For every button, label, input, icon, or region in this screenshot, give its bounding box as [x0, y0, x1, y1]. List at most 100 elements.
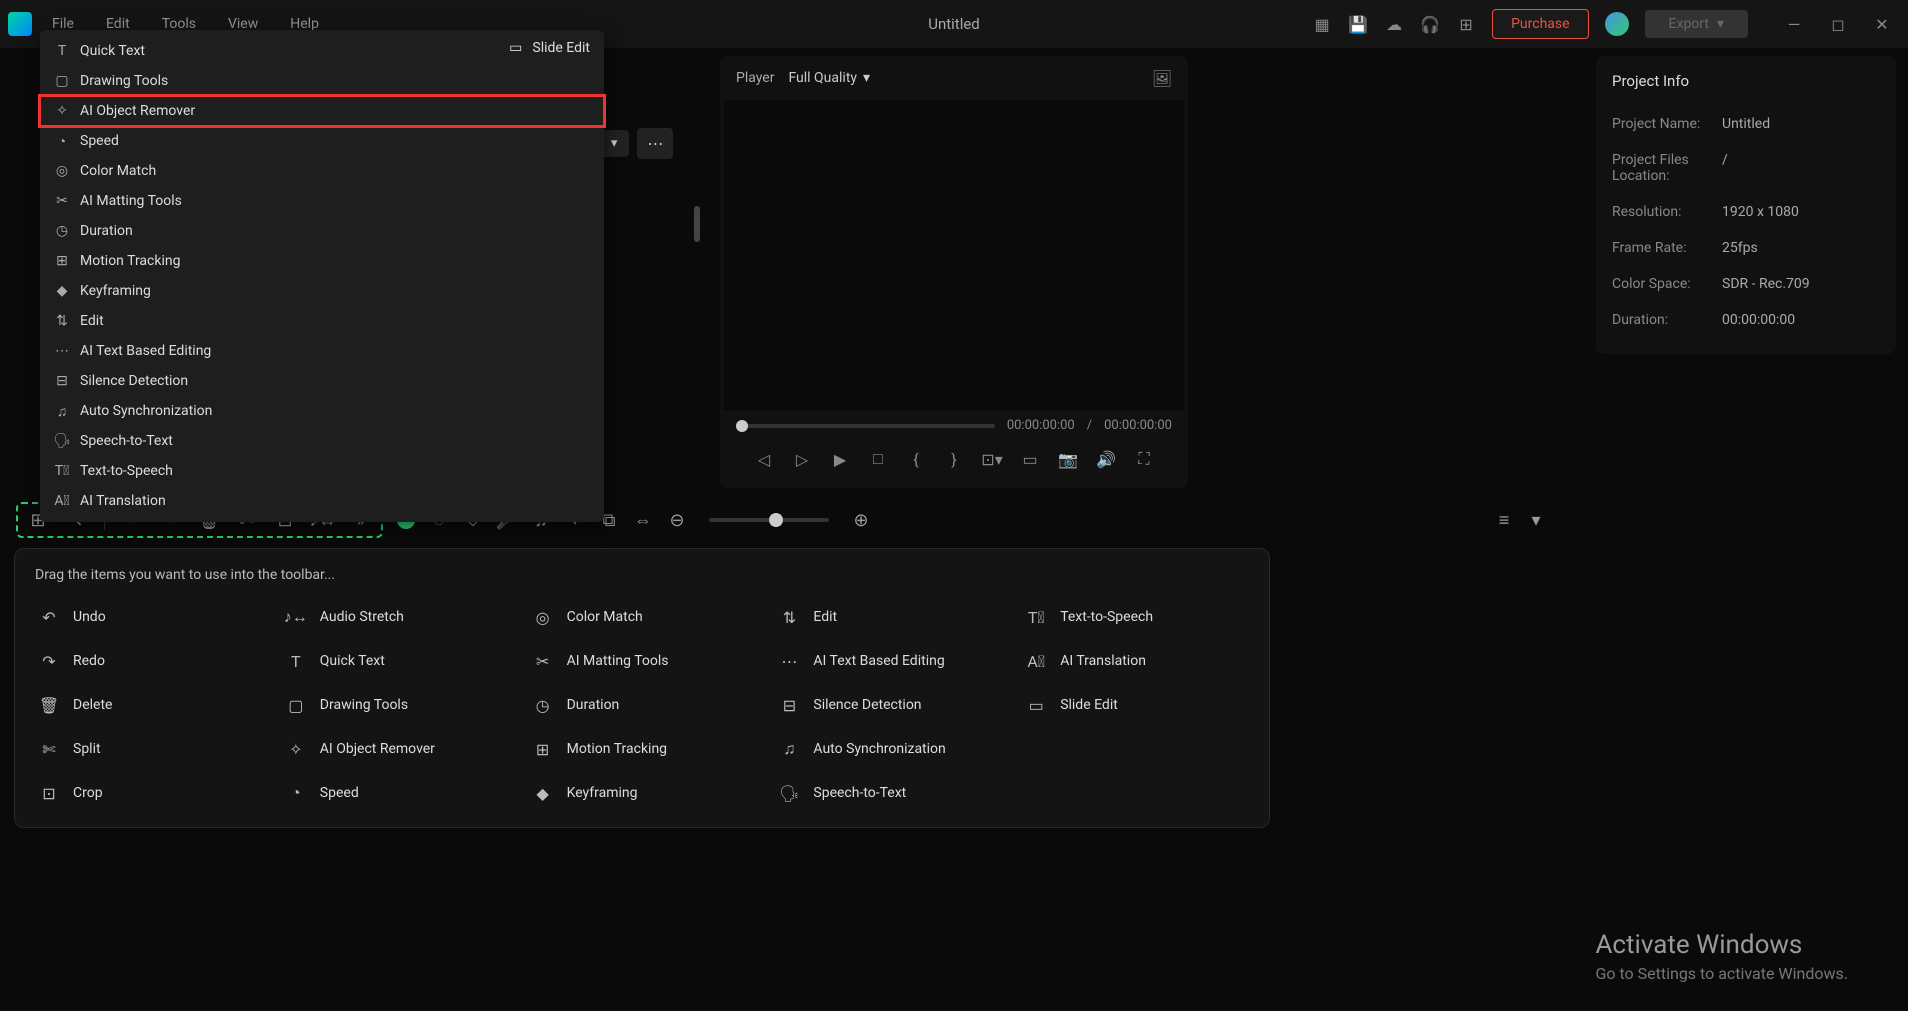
customize-empty [1022, 777, 1249, 809]
slide-edit-icon: ▭ [1026, 695, 1046, 715]
fullscreen-icon[interactable]: ⛶ [1134, 449, 1154, 469]
translate-icon: A⃝ [54, 493, 70, 509]
stt-icon: 🗣 [54, 433, 70, 449]
customize-drawing-tools[interactable]: ▢Drawing Tools [282, 689, 509, 721]
customize-motion-tracking[interactable]: ⊞Motion Tracking [529, 733, 756, 765]
zoom-slider[interactable] [709, 518, 829, 522]
customize-label: Keyframing [567, 785, 638, 801]
customize-redo[interactable]: ↷Redo [35, 645, 262, 677]
customize-speed[interactable]: ◔Speed [282, 777, 509, 809]
scrollbar-thumb[interactable] [694, 206, 700, 242]
export-button[interactable]: Export ▾ [1645, 10, 1748, 38]
next-frame-icon[interactable]: ▷ [792, 449, 812, 469]
cloud-icon[interactable]: ☁ [1384, 14, 1404, 34]
customize-auto-sync[interactable]: ♫Auto Synchronization [775, 733, 1002, 765]
watermark-subtitle: Go to Settings to activate Windows. [1595, 964, 1848, 983]
play-icon[interactable]: ▶ [830, 449, 850, 469]
fit-icon[interactable]: ⇔ [633, 510, 653, 530]
dropdown-silence-detection[interactable]: ⊟Silence Detection [40, 366, 604, 396]
dropdown-ai-translation[interactable]: A⃝AI Translation [40, 486, 604, 516]
customize-undo[interactable]: ↶Undo [35, 601, 262, 633]
project-info-title: Project Info [1612, 72, 1880, 90]
maximize-button[interactable]: ◻ [1820, 6, 1856, 42]
customize-delete[interactable]: 🗑 Delete [35, 689, 262, 721]
speed-icon: ◔ [286, 783, 306, 803]
quality-select[interactable]: Full Quality ▾ [788, 70, 870, 86]
customize-ai-object-remover[interactable]: ✧AI Object Remover [282, 733, 509, 765]
tracking-icon: ⊞ [54, 253, 70, 269]
dropdown-slide-edit[interactable]: ▭ Slide Edit [509, 40, 590, 56]
customize-crop[interactable]: ⊡Crop [35, 777, 262, 809]
dropdown-label: Motion Tracking [80, 253, 180, 269]
dropdown-drawing-tools[interactable]: ▢Drawing Tools [40, 66, 604, 96]
save-icon[interactable]: 💾 [1348, 14, 1368, 34]
project-duration-label: Duration: [1612, 312, 1722, 328]
dropdown-motion-tracking[interactable]: ⊞ Motion Tracking [40, 246, 604, 276]
dropdown-auto-sync[interactable]: ♫Auto Synchronization [40, 396, 604, 426]
image-icon[interactable]: 🖼 [1152, 68, 1172, 88]
globe-icon[interactable] [1605, 12, 1629, 36]
dropdown-label: Speed [80, 133, 119, 149]
headset-icon[interactable]: 🎧 [1420, 14, 1440, 34]
project-resolution-value: 1920 x 1080 [1722, 204, 1799, 220]
purchase-button[interactable]: Purchase [1492, 9, 1588, 39]
more-options-button[interactable]: ⋯ [637, 128, 673, 159]
duration-icon: ◷ [54, 223, 70, 239]
tts-icon: T⃝ [1026, 607, 1046, 627]
close-button[interactable]: ✕ [1864, 6, 1900, 42]
dropdown-ai-matting[interactable]: ✂AI Matting Tools [40, 186, 604, 216]
dropdown-ai-object-remover[interactable]: ✧AI Object Remover [40, 96, 604, 126]
dropdown-ai-text-editing[interactable]: ⋯AI Text Based Editing [40, 336, 604, 366]
customize-toolbar-panel: Drag the items you want to use into the … [14, 548, 1270, 828]
dropdown-label: Quick Text [80, 43, 145, 59]
color-match-icon: ◎ [533, 607, 553, 627]
redo-icon: ↷ [39, 651, 59, 671]
project-colorspace-label: Color Space: [1612, 276, 1722, 292]
player-viewport[interactable] [724, 100, 1184, 410]
customize-quick-text[interactable]: TQuick Text [282, 645, 509, 677]
list-view-icon[interactable]: ≡ [1494, 510, 1514, 530]
zoom-in-icon[interactable]: ⊕ [851, 510, 871, 530]
customize-slide-edit[interactable]: ▭Slide Edit [1022, 689, 1249, 721]
customize-label: AI Translation [1060, 653, 1146, 669]
apps-icon[interactable]: ⊞ [1456, 14, 1476, 34]
dropdown-text-to-speech[interactable]: T⃝Text-to-Speech [40, 456, 604, 486]
customize-ai-matting[interactable]: ✂AI Matting Tools [529, 645, 756, 677]
ratio-icon[interactable]: ⊡▾ [982, 449, 1002, 469]
customize-ai-translation[interactable]: A⃝AI Translation [1022, 645, 1249, 677]
mark-out-icon[interactable]: } [944, 449, 964, 469]
customize-label: Text-to-Speech [1060, 609, 1153, 625]
chevron-down-icon[interactable]: ▾ [1526, 510, 1546, 530]
delete-icon: 🗑 [39, 695, 59, 715]
customize-speech-to-text[interactable]: 🗣Speech-to-Text [775, 777, 1002, 809]
customize-split[interactable]: ✄Split [35, 733, 262, 765]
customize-color-match[interactable]: ◎Color Match [529, 601, 756, 633]
dropdown-color-match[interactable]: ◎Color Match [40, 156, 604, 186]
dropdown-edit[interactable]: ⇅Edit [40, 306, 604, 336]
dropdown-speech-to-text[interactable]: 🗣Speech-to-Text [40, 426, 604, 456]
customize-edit[interactable]: ⇅Edit [775, 601, 1002, 633]
customize-label: Quick Text [320, 653, 385, 669]
snapshot-icon[interactable]: 📷 [1058, 449, 1078, 469]
customize-label: Delete [73, 697, 112, 713]
dropdown-speed[interactable]: ◔Speed [40, 126, 604, 156]
screen-icon[interactable]: ▭ [1020, 449, 1040, 469]
dropdown-duration[interactable]: ◷Duration [40, 216, 604, 246]
prev-frame-icon[interactable]: ◁ [754, 449, 774, 469]
volume-icon[interactable]: 🔊 [1096, 449, 1116, 469]
stop-icon[interactable]: □ [868, 449, 888, 469]
layout-icon[interactable]: ▦ [1312, 14, 1332, 34]
minimize-button[interactable]: — [1776, 6, 1812, 42]
customize-ai-text-editing[interactable]: ⋯AI Text Based Editing [775, 645, 1002, 677]
customize-duration[interactable]: ◷Duration [529, 689, 756, 721]
customize-audio-stretch[interactable]: ♪↔Audio Stretch [282, 601, 509, 633]
customize-text-to-speech[interactable]: T⃝ Text-to-Speech [1022, 601, 1249, 633]
windows-watermark: Activate Windows Go to Settings to activ… [1595, 930, 1848, 983]
document-title: Untitled [928, 15, 980, 33]
mark-in-icon[interactable]: { [906, 449, 926, 469]
customize-keyframing[interactable]: ◆Keyframing [529, 777, 756, 809]
zoom-out-icon[interactable]: ⊖ [667, 510, 687, 530]
customize-silence-detection[interactable]: ⊟Silence Detection [775, 689, 1002, 721]
time-slider[interactable] [736, 424, 995, 428]
dropdown-keyframing[interactable]: ◆Keyframing [40, 276, 604, 306]
